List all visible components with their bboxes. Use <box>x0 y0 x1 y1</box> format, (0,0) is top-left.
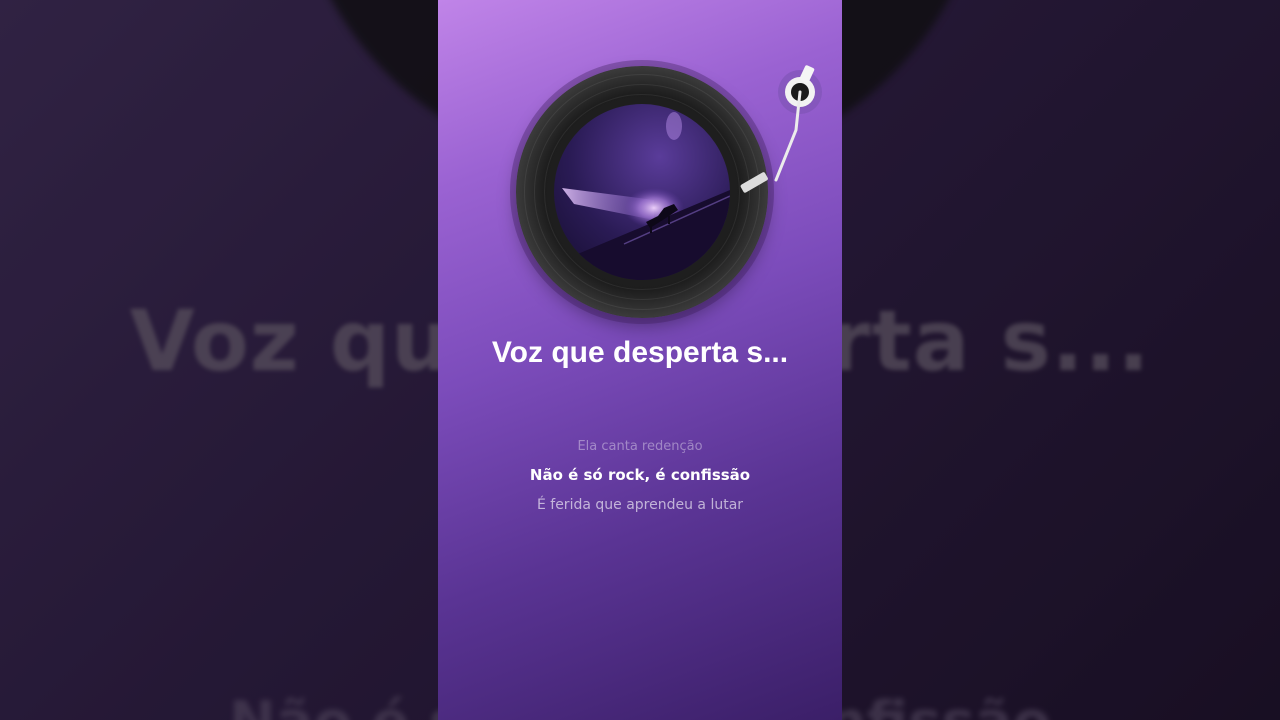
next-lyric-line: É ferida que aprendeu a lutar <box>536 497 744 513</box>
song-title: Voz que desperta s... <box>491 336 789 369</box>
piano-stage-cover <box>554 112 730 280</box>
current-lyric-line: Não é só rock, é confissão <box>529 466 751 484</box>
previous-lyric-line: Ela canta redenção <box>577 439 703 454</box>
vinyl-record-icon <box>516 66 768 318</box>
album-cover <box>554 104 730 280</box>
tonearm-icon <box>740 65 822 193</box>
video-frame: Voz que desperta s... Ela canta redenção… <box>438 0 842 720</box>
